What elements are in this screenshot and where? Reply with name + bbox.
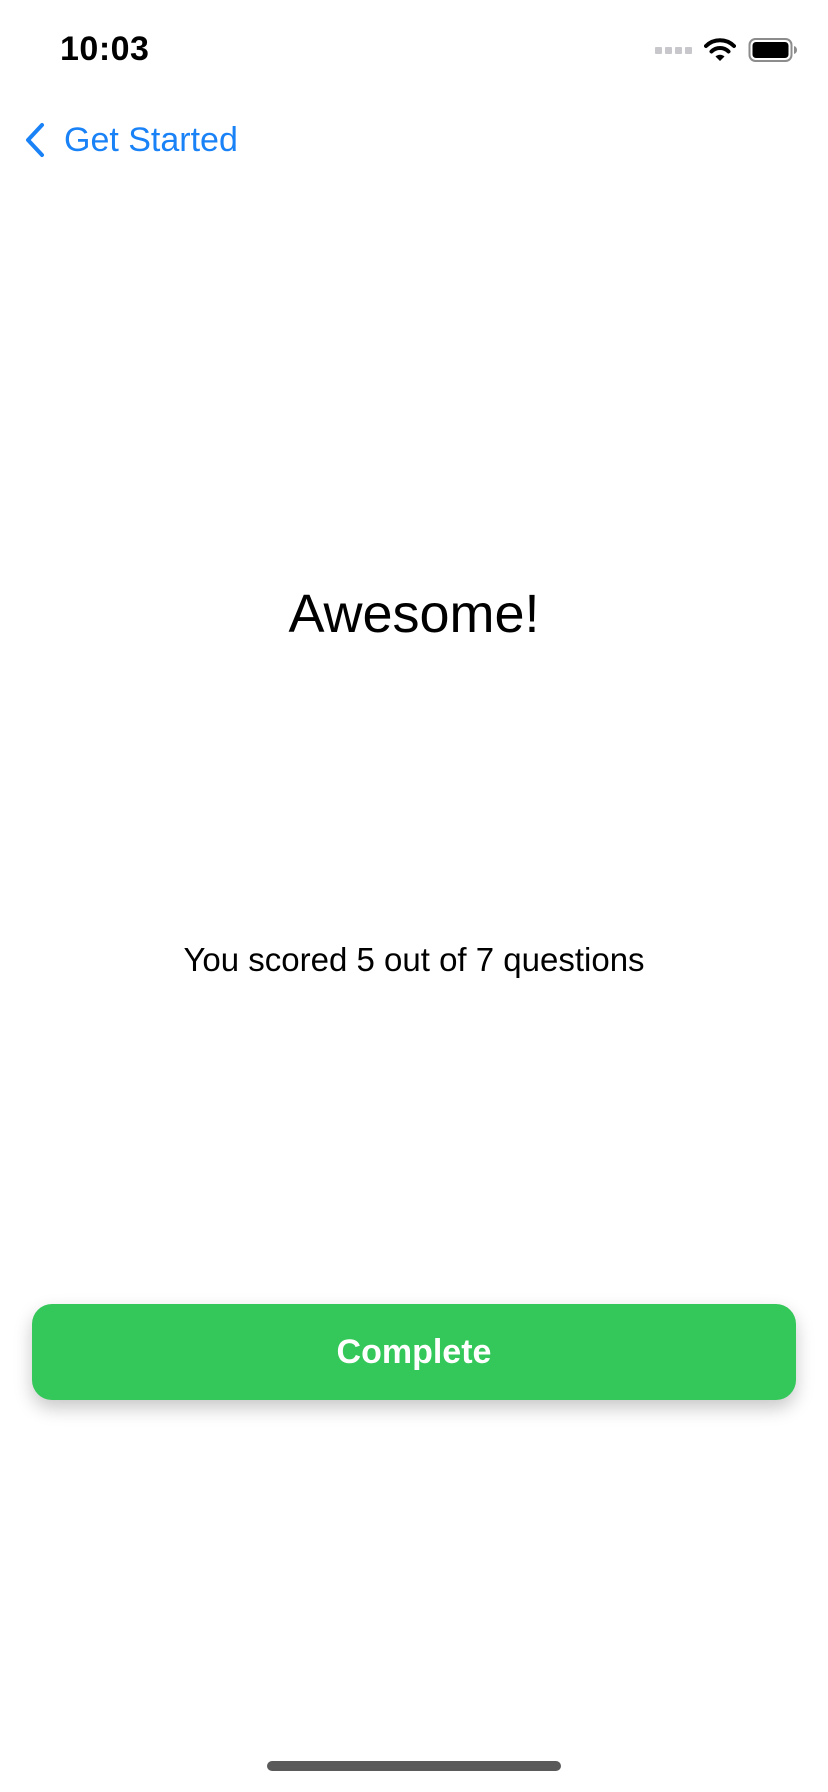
status-time: 10:03 <box>60 30 150 68</box>
home-indicator <box>267 1761 561 1771</box>
status-icons <box>655 36 798 64</box>
status-bar: 10:03 <box>0 0 828 100</box>
back-button-label: Get Started <box>64 120 238 159</box>
result-headline: Awesome! <box>288 584 540 644</box>
complete-button[interactable]: Complete <box>32 1304 796 1400</box>
back-button[interactable]: Get Started <box>24 110 238 170</box>
score-text: You scored 5 out of 7 questions <box>183 941 645 978</box>
navigation-bar: Get Started <box>0 110 828 170</box>
battery-icon <box>748 38 797 62</box>
chevron-left-icon <box>26 123 44 157</box>
cellular-signal-icon <box>655 46 692 54</box>
wifi-icon <box>704 38 736 61</box>
